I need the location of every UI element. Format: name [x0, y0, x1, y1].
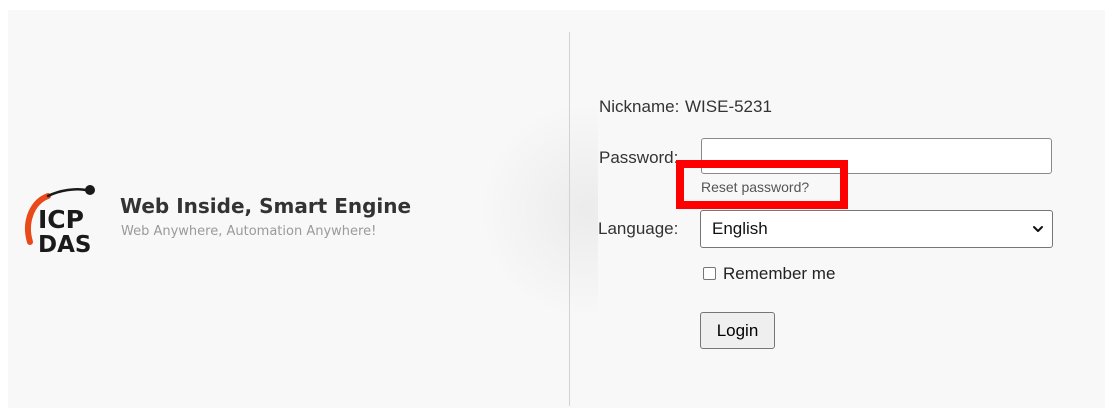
icp-das-logo-icon: ICP DAS [25, 185, 95, 258]
language-label: Language: [598, 219, 679, 238]
login-form: Nickname: WISE-5231 Password: Reset pass… [570, 0, 1105, 408]
remember-me-label[interactable]: Remember me [723, 264, 835, 284]
chevron-down-icon [1033, 226, 1043, 232]
password-label: Password: [599, 148, 679, 167]
nickname-value: WISE-5231 [685, 97, 772, 116]
remember-me-checkbox[interactable] [703, 267, 716, 280]
nickname-label: Nickname: [599, 97, 680, 116]
logo-text-icp: ICP [38, 205, 84, 234]
brand-title: Web Inside, Smart Engine [120, 194, 412, 218]
highlight-box [676, 160, 848, 209]
brand-subtitle: Web Anywhere, Automation Anywhere! [121, 224, 377, 239]
brand-logo-block: ICP DAS Web Inside, Smart Engine Web Any… [20, 180, 440, 260]
logo-text-das: DAS [38, 232, 91, 258]
login-button[interactable]: Login [700, 312, 775, 349]
language-selected-value: English [712, 219, 768, 238]
language-select[interactable]: English [700, 210, 1053, 248]
